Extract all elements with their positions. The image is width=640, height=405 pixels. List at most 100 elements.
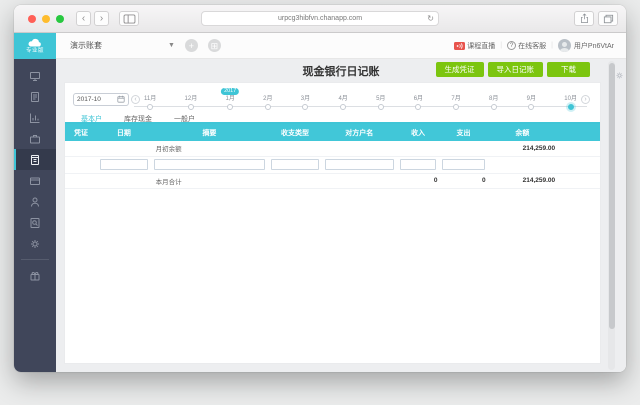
- apps-grid-button[interactable]: ⊞: [208, 39, 221, 52]
- timeline-prev-button[interactable]: ‹: [131, 95, 140, 104]
- add-account-button[interactable]: +: [185, 39, 198, 52]
- expense-input[interactable]: [442, 159, 484, 170]
- browser-back-button[interactable]: ‹: [76, 11, 91, 26]
- timeline-month-aug[interactable]: 8月: [489, 96, 498, 110]
- salary-person-icon: [29, 196, 41, 208]
- live-course-link[interactable]: 课程直播: [454, 41, 495, 51]
- type-input[interactable]: [271, 159, 319, 170]
- period-value: 2017-10: [77, 96, 101, 103]
- month-dot: [265, 104, 271, 110]
- timeline-month-dec[interactable]: 12月: [185, 96, 198, 110]
- sidebar-item-check[interactable]: [14, 212, 56, 233]
- sidebar-item-settings[interactable]: [14, 233, 56, 254]
- month-dot: [188, 104, 194, 110]
- account-name: 演示账套: [70, 40, 102, 51]
- window-close-button[interactable]: [28, 15, 36, 23]
- voucher-icon: [29, 91, 41, 103]
- month-dot: [491, 104, 497, 110]
- divider: [21, 259, 49, 260]
- tab-basic-account[interactable]: 基本户: [81, 114, 102, 122]
- sidebar-item-more-apps[interactable]: [14, 265, 56, 286]
- timeline-month-nov[interactable]: 11月: [144, 96, 156, 110]
- desktop-background: ‹ › urpcg3hibfvn.chanapp.com ↻: [0, 0, 640, 405]
- user-menu[interactable]: 用户Pn6VtAr: [558, 39, 614, 52]
- share-icon: [580, 13, 589, 24]
- online-support-link[interactable]: ? 在线客服: [507, 41, 546, 51]
- cloud-logo-icon: [26, 37, 44, 48]
- reload-icon[interactable]: ↻: [427, 14, 434, 23]
- total-expense-value: 0: [439, 173, 487, 188]
- browser-sidebar-toggle[interactable]: [119, 11, 139, 26]
- date-input[interactable]: [100, 159, 148, 170]
- window-zoom-button[interactable]: [56, 15, 64, 23]
- new-entry-row: [65, 156, 600, 173]
- tab-overview-button[interactable]: [598, 11, 618, 26]
- share-button[interactable]: [574, 11, 594, 26]
- tab-cash-on-hand[interactable]: 库存现金: [124, 114, 152, 122]
- question-mark-icon: ?: [507, 41, 516, 50]
- browser-window: ‹ › urpcg3hibfvn.chanapp.com ↻: [14, 5, 626, 372]
- journal-card: 2017-10 ‹ 11月 12月 20171月 2月 3月: [64, 82, 601, 364]
- sidebar-item-desktop[interactable]: [14, 65, 56, 86]
- scrollbar-thumb[interactable]: [609, 63, 615, 329]
- app-logo[interactable]: 专业版: [14, 33, 56, 59]
- timeline-next-button[interactable]: ›: [581, 95, 590, 104]
- sidebar-item-journal[interactable]: [14, 149, 56, 170]
- summary-input[interactable]: [154, 159, 266, 170]
- col-voucher: 凭证: [65, 124, 97, 141]
- gift-icon: [29, 270, 41, 282]
- opening-balance-label: 月初余额: [151, 141, 269, 156]
- opening-balance-value: 214,259.00: [488, 141, 558, 156]
- address-bar[interactable]: urpcg3hibfvn.chanapp.com ↻: [201, 11, 439, 26]
- timeline-month-jan[interactable]: 20171月: [226, 96, 235, 110]
- col-income: 收入: [397, 124, 440, 141]
- side-navigation: [14, 59, 56, 372]
- timeline-settings-gear-icon[interactable]: [615, 71, 624, 80]
- timeline-month-mar[interactable]: 3月: [301, 96, 310, 110]
- col-expense: 支出: [439, 124, 487, 141]
- col-type: 收支类型: [268, 124, 322, 141]
- calendar-icon: [117, 95, 125, 103]
- month-dot: [528, 104, 534, 110]
- income-input[interactable]: [400, 159, 437, 170]
- sidebar-item-voucher[interactable]: [14, 86, 56, 107]
- briefcase-icon: [29, 133, 41, 145]
- traffic-lights: [28, 15, 64, 23]
- account-switcher[interactable]: 演示账套 ▼: [70, 40, 175, 51]
- sidebar-item-invoice[interactable]: [14, 170, 56, 191]
- timeline-month-may[interactable]: 5月: [376, 96, 385, 110]
- counterparty-input[interactable]: [325, 159, 394, 170]
- report-chart-icon: [29, 112, 41, 124]
- timeline-month-oct-selected[interactable]: 10月: [564, 96, 577, 110]
- timeline-month-sep[interactable]: 9月: [527, 96, 536, 110]
- timeline-track: [134, 106, 587, 107]
- app-header: 专业版 演示账套 ▼ + ⊞ 课程直播: [14, 33, 626, 59]
- journal-icon: [29, 154, 41, 166]
- inspect-icon: [29, 217, 41, 229]
- timeline-month-feb[interactable]: 2月: [263, 96, 272, 110]
- month-dot: [453, 104, 459, 110]
- generate-voucher-button[interactable]: 生成凭证: [436, 62, 484, 77]
- browser-forward-button[interactable]: ›: [94, 11, 109, 26]
- browser-toolbar: ‹ › urpcg3hibfvn.chanapp.com ↻: [14, 5, 626, 33]
- download-button[interactable]: 下载: [547, 62, 590, 77]
- total-income-value: 0: [397, 173, 440, 188]
- page-title: 现金银行日记账: [303, 63, 380, 79]
- timeline-month-jul[interactable]: 7月: [451, 96, 460, 110]
- url-text: urpcg3hibfvn.chanapp.com: [278, 15, 362, 22]
- invoice-icon: [29, 175, 41, 187]
- period-picker[interactable]: 2017-10: [73, 93, 129, 106]
- import-journal-button[interactable]: 导入日记账: [488, 62, 544, 77]
- timeline-month-apr[interactable]: 4月: [338, 96, 347, 110]
- month-dot: [568, 104, 574, 110]
- sidebar-item-assets[interactable]: [14, 128, 56, 149]
- year-badge: 2017: [221, 88, 239, 95]
- sidebar-item-reports[interactable]: [14, 107, 56, 128]
- sidebar-item-salary[interactable]: [14, 191, 56, 212]
- tab-general-account[interactable]: 一般户: [174, 114, 195, 122]
- timeline-month-jun[interactable]: 6月: [414, 96, 423, 110]
- divider: |: [500, 42, 502, 49]
- sidebar-toggle-icon: [123, 14, 136, 24]
- month-dot: [415, 104, 421, 110]
- window-minimize-button[interactable]: [42, 15, 50, 23]
